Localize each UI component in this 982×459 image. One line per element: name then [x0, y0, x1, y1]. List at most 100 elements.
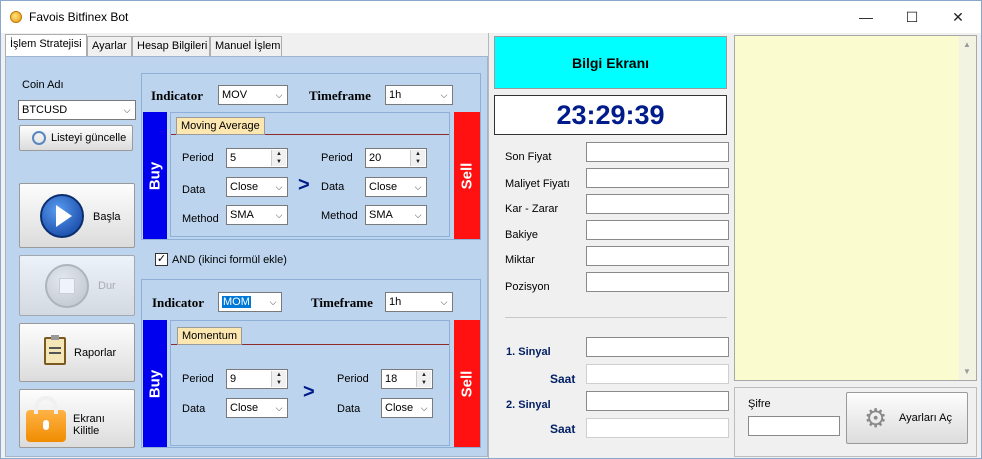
tab-momentum[interactable]: Momentum [177, 327, 243, 345]
open-settings-button[interactable]: ⚙ Ayarları Aç [846, 392, 968, 444]
chevron-down-icon: ⌵ [440, 90, 448, 100]
indicator-params-2: Momentum Period 9 ▲ ▼ Data Close ⌵ > Peri… [170, 320, 450, 446]
profit-loss-label: Kar - Zarar [505, 203, 559, 215]
time-1-label: Saat [550, 372, 576, 386]
lock-screen-label: Ekranı Kilitle [73, 413, 105, 437]
timeframe-value-2: 1h [389, 296, 402, 308]
log-scrollbar[interactable]: ▲ ▼ [959, 36, 976, 380]
comparator-1: > [298, 174, 310, 196]
last-price-label: Son Fiyat [505, 151, 552, 163]
position-label: Pozisyon [505, 281, 550, 293]
spinner-arrows-icon[interactable]: ▲ ▼ [271, 371, 286, 387]
password-field[interactable] [748, 416, 840, 436]
indicator-select-1[interactable]: MOV ⌵ [218, 85, 288, 105]
spinner-arrows-icon[interactable]: ▲ ▼ [271, 150, 286, 166]
chevron-down-icon: ⌵ [275, 403, 283, 413]
position-field[interactable] [586, 272, 729, 292]
info-panel: Bilgi Ekranı 23:29:39 Son Fiyat Maliyet … [488, 33, 734, 458]
tab-ayarlar[interactable]: Ayarlar [87, 36, 132, 56]
buy-label-2: Buy [146, 369, 164, 398]
method-select-right-1[interactable]: SMA ⌵ [365, 205, 427, 225]
period-spinner-left-1[interactable]: 5 ▲ ▼ [226, 148, 288, 168]
open-settings-label: Ayarları Aç [899, 412, 952, 424]
indicator-label-1: Indicator [151, 88, 203, 103]
spinner-arrows-icon[interactable]: ▲ ▼ [416, 371, 431, 387]
cost-price-label: Maliyet Fiyatı [505, 178, 570, 190]
data-select-right-2[interactable]: Close ⌵ [381, 398, 433, 418]
coin-select[interactable]: BTCUSD ⌵ [18, 100, 136, 120]
period-label-left-1: Period [182, 152, 214, 164]
indicator-value-2: MOM [222, 296, 251, 308]
signal-1-label: 1. Sinyal [506, 346, 551, 358]
and-checkbox-label: AND (ikinci formül ekle) [172, 254, 287, 266]
timeframe-select-2[interactable]: 1h ⌵ [385, 292, 453, 312]
timeframe-value-1: 1h [389, 89, 402, 101]
tab-manuel-islem[interactable]: Manuel İşlem [210, 36, 282, 56]
method-value-right-1: SMA [369, 209, 393, 221]
reports-button[interactable]: Raporlar [19, 323, 135, 382]
period-label-left-2: Period [182, 373, 214, 385]
signal-2-field[interactable] [586, 391, 729, 411]
refresh-list-label: Listeyi güncelle [51, 132, 127, 144]
gear-icon: ⚙ [864, 403, 888, 433]
chevron-down-icon: ⌵ [414, 182, 422, 192]
main-window: Favois Bitfinex Bot — ☐ ✕ İşlem Strateji… [0, 0, 982, 459]
data-select-left-2[interactable]: Close ⌵ [226, 398, 288, 418]
window-title: Favois Bitfinex Bot [29, 10, 129, 24]
indicator-label-2: Indicator [152, 295, 204, 310]
period-spinner-left-2[interactable]: 9 ▲ ▼ [226, 369, 288, 389]
period-spinner-right-2[interactable]: 18 ▲ ▼ [381, 369, 433, 389]
timeframe-select-1[interactable]: 1h ⌵ [385, 85, 453, 105]
method-label-right-1: Method [321, 210, 358, 222]
amount-field[interactable] [586, 246, 729, 266]
scroll-down-icon[interactable]: ▼ [963, 367, 971, 376]
profit-loss-field[interactable] [586, 194, 729, 214]
time-2-field[interactable] [586, 418, 729, 438]
period-spinner-right-1[interactable]: 20 ▲ ▼ [365, 148, 427, 168]
timeframe-label-2: Timeframe [311, 295, 373, 310]
tab-moving-average[interactable]: Moving Average [176, 117, 265, 135]
data-select-left-1[interactable]: Close ⌵ [226, 177, 288, 197]
lock-screen-button[interactable]: Ekranı Kilitle [19, 389, 135, 448]
tab-islem-stratejisi[interactable]: İşlem Stratejisi [5, 34, 87, 56]
tab-hesap-bilgileri[interactable]: Hesap Bilgileri [132, 36, 210, 56]
refresh-icon [32, 131, 46, 145]
signal-1-field[interactable] [586, 337, 729, 357]
chevron-down-icon: ⌵ [269, 297, 277, 307]
start-label: Başla [93, 211, 121, 223]
log-textarea[interactable]: ▲ ▼ [734, 35, 977, 381]
strategy-group-2: Indicator MOM ⌵ Timeframe 1h ⌵ Buy Sell … [141, 279, 481, 448]
divider [505, 317, 727, 318]
minimize-button[interactable]: — [843, 1, 889, 33]
last-price-field[interactable] [586, 142, 729, 162]
password-label: Şifre [748, 398, 771, 410]
timeframe-label-1: Timeframe [309, 88, 371, 103]
time-2-label: Saat [550, 422, 576, 436]
cost-price-field[interactable] [586, 168, 729, 188]
scroll-up-icon[interactable]: ▲ [963, 40, 971, 49]
period-value-left-2: 9 [230, 373, 237, 385]
time-1-field[interactable] [586, 364, 729, 384]
start-button[interactable]: Başla [19, 183, 135, 248]
and-checkbox[interactable]: ✓ [155, 253, 168, 266]
data-value-left-2: Close [230, 402, 259, 414]
stop-icon [45, 264, 89, 308]
data-value-left-1: Close [230, 181, 259, 193]
indicator-select-2[interactable]: MOM ⌵ [218, 292, 282, 312]
stop-button[interactable]: Dur [19, 255, 135, 316]
refresh-list-button[interactable]: Listeyi güncelle [19, 125, 133, 151]
reports-label: Raporlar [74, 347, 117, 359]
period-label-right-1: Period [321, 152, 353, 164]
method-label-left-1: Method [182, 213, 219, 225]
stop-label: Dur [98, 280, 116, 292]
coin-value: BTCUSD [22, 104, 68, 116]
data-select-right-1[interactable]: Close ⌵ [365, 177, 427, 197]
close-button[interactable]: ✕ [935, 1, 981, 33]
maximize-button[interactable]: ☐ [889, 1, 935, 33]
lock-icon [26, 396, 66, 442]
spinner-arrows-icon[interactable]: ▲ ▼ [410, 150, 425, 166]
balance-field[interactable] [586, 220, 729, 240]
data-label-left-2: Data [182, 403, 206, 415]
method-select-left-1[interactable]: SMA ⌵ [226, 205, 288, 225]
data-value-right-2: Close [385, 402, 414, 414]
